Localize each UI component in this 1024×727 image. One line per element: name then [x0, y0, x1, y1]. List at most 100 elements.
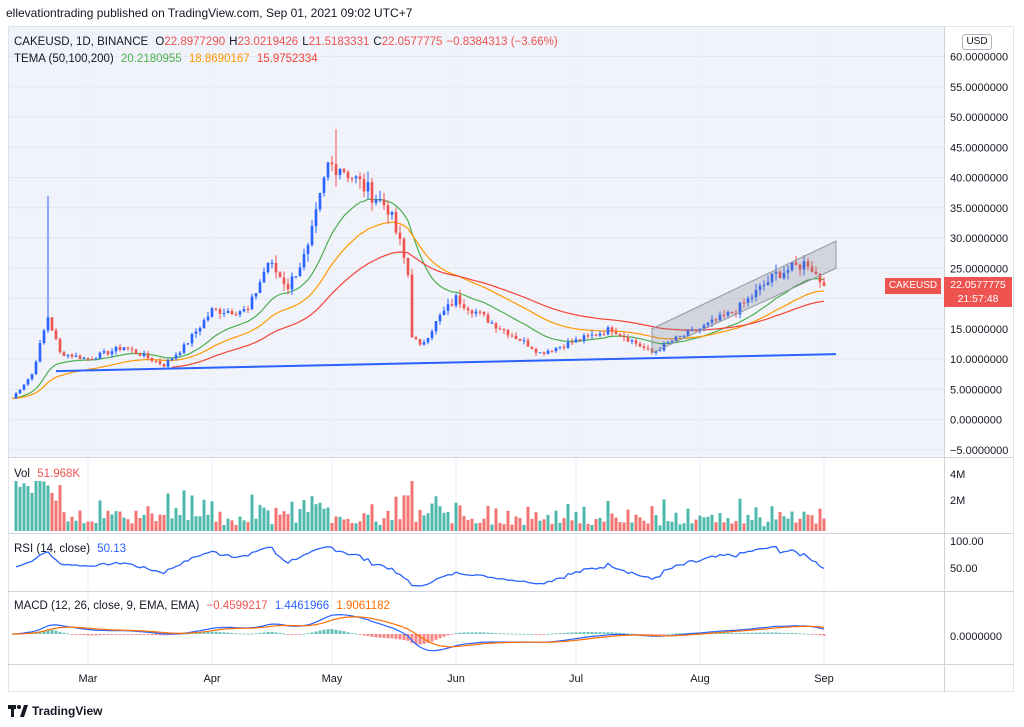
macd-histogram-bar	[374, 634, 378, 638]
candle-body	[454, 295, 458, 306]
tema-label: TEMA (50,100,200)	[14, 53, 114, 65]
volume-bar	[658, 525, 662, 531]
price-tick-label: 5.0000000	[950, 384, 1002, 396]
volume-bar	[486, 505, 490, 531]
symbol-label[interactable]: CAKEUSD, 1D, BINANCE	[14, 36, 148, 48]
tema-50-value: 20.2180955	[120, 53, 182, 65]
macd-histogram-bar	[434, 634, 438, 640]
volume-bar	[754, 507, 758, 531]
volume-bar	[526, 506, 530, 531]
volume-bar	[98, 500, 102, 531]
macd-histogram-bar	[122, 634, 126, 635]
volume-bar	[414, 521, 418, 531]
macd-histogram-bar	[494, 633, 498, 634]
volume-bar	[446, 511, 450, 531]
macd-histogram-bar	[58, 631, 62, 634]
volume-bar	[194, 516, 198, 531]
pane-divider[interactable]	[8, 457, 1014, 458]
volume-bar	[314, 504, 318, 531]
volume-bar	[682, 523, 686, 531]
volume-bar	[302, 500, 306, 531]
volume-bar	[730, 523, 734, 531]
volume-bar	[118, 511, 122, 531]
macd-histogram-bar	[746, 632, 750, 634]
macd-histogram-bar	[738, 632, 742, 634]
volume-bar	[698, 515, 702, 531]
macd-histogram-bar	[614, 632, 618, 634]
macd-histogram-bar	[102, 634, 106, 635]
candle-body	[578, 339, 582, 341]
volume-bar	[426, 513, 430, 531]
candle-body	[226, 311, 230, 314]
volume-value: 51.968K	[37, 468, 81, 480]
macd-histogram-bar	[246, 633, 250, 635]
volume-bar	[54, 500, 58, 531]
macd-histogram-bar	[654, 634, 658, 635]
tema-legend[interactable]: TEMA (50,100,200) 20.2180955 18.8690167 …	[14, 53, 322, 65]
currency-button[interactable]: USD	[962, 34, 992, 50]
candle-body	[582, 335, 586, 341]
macd-histogram-bar	[618, 632, 622, 634]
macd-histogram-bar	[230, 632, 234, 634]
macd-legend[interactable]: MACD (12, 26, close, 9, EMA, EMA) −0.459…	[14, 600, 394, 612]
pane-divider[interactable]	[8, 533, 1014, 534]
rsi-value: 50.13	[97, 543, 127, 555]
macd-histogram-bar	[446, 634, 450, 636]
candle-body	[474, 311, 478, 314]
volume-bar	[346, 518, 350, 531]
macd-histogram-bar	[550, 633, 554, 635]
candle-body	[82, 357, 86, 359]
volume-bar	[706, 516, 710, 531]
volume-bar	[818, 508, 822, 531]
volume-bar	[690, 523, 694, 531]
candle-body	[86, 357, 90, 360]
candle-body	[330, 162, 334, 165]
candle-body	[470, 310, 474, 314]
volume-bar	[622, 522, 626, 531]
volume-bar	[170, 518, 174, 531]
volume-legend[interactable]: Vol 51.968K	[14, 468, 84, 480]
volume-bar	[290, 501, 294, 531]
macd-histogram-bar	[326, 629, 330, 634]
candle-body	[626, 337, 630, 342]
macd-histogram-bar	[530, 633, 534, 635]
volume-bar	[602, 521, 606, 531]
volume-bar	[534, 512, 538, 531]
tradingview-footer[interactable]: TradingView	[8, 704, 102, 718]
month-tick-label: May	[322, 673, 343, 685]
candle-body	[258, 282, 262, 294]
macd-histogram-bar	[62, 632, 66, 634]
candle-body	[490, 322, 494, 324]
macd-histogram-bar	[398, 634, 402, 640]
macd-histogram-bar	[250, 633, 254, 635]
macd-histogram-bar	[730, 632, 734, 634]
main-legend[interactable]: CAKEUSD, 1D, BINANCE O22.8977290 H23.0219…	[14, 36, 562, 48]
volume-bar	[734, 520, 738, 531]
volume-bar	[50, 492, 54, 531]
candle-body	[294, 276, 298, 278]
volume-bar	[422, 515, 426, 531]
price-tick-label: 35.0000000	[950, 203, 1008, 215]
candle-body	[142, 353, 146, 356]
candle-body	[518, 338, 522, 341]
volume-bar	[790, 511, 794, 531]
rsi-legend[interactable]: RSI (14, close) 50.13	[14, 543, 130, 555]
macd-histogram-bar	[782, 632, 786, 634]
macd-histogram-bar	[210, 631, 214, 634]
volume-bar	[306, 511, 310, 531]
candle-body	[414, 337, 418, 340]
volume-bar	[62, 512, 66, 531]
macd-histogram-bar	[234, 633, 238, 635]
volume-bar	[230, 520, 234, 531]
volume-bar	[206, 514, 210, 531]
candle-body	[222, 313, 226, 315]
macd-histogram-bar	[582, 632, 586, 634]
volume-bar	[462, 516, 466, 531]
candle-body	[570, 341, 574, 343]
volume-bar	[810, 515, 814, 531]
macd-histogram-bar	[590, 632, 594, 634]
candle-body	[58, 339, 62, 353]
pane-divider[interactable]	[8, 591, 1014, 592]
chart-svg[interactable]: 60.0000000 55.0000000 50.0000000 45.0000000…	[0, 0, 1024, 727]
pane-divider[interactable]	[8, 664, 1014, 665]
